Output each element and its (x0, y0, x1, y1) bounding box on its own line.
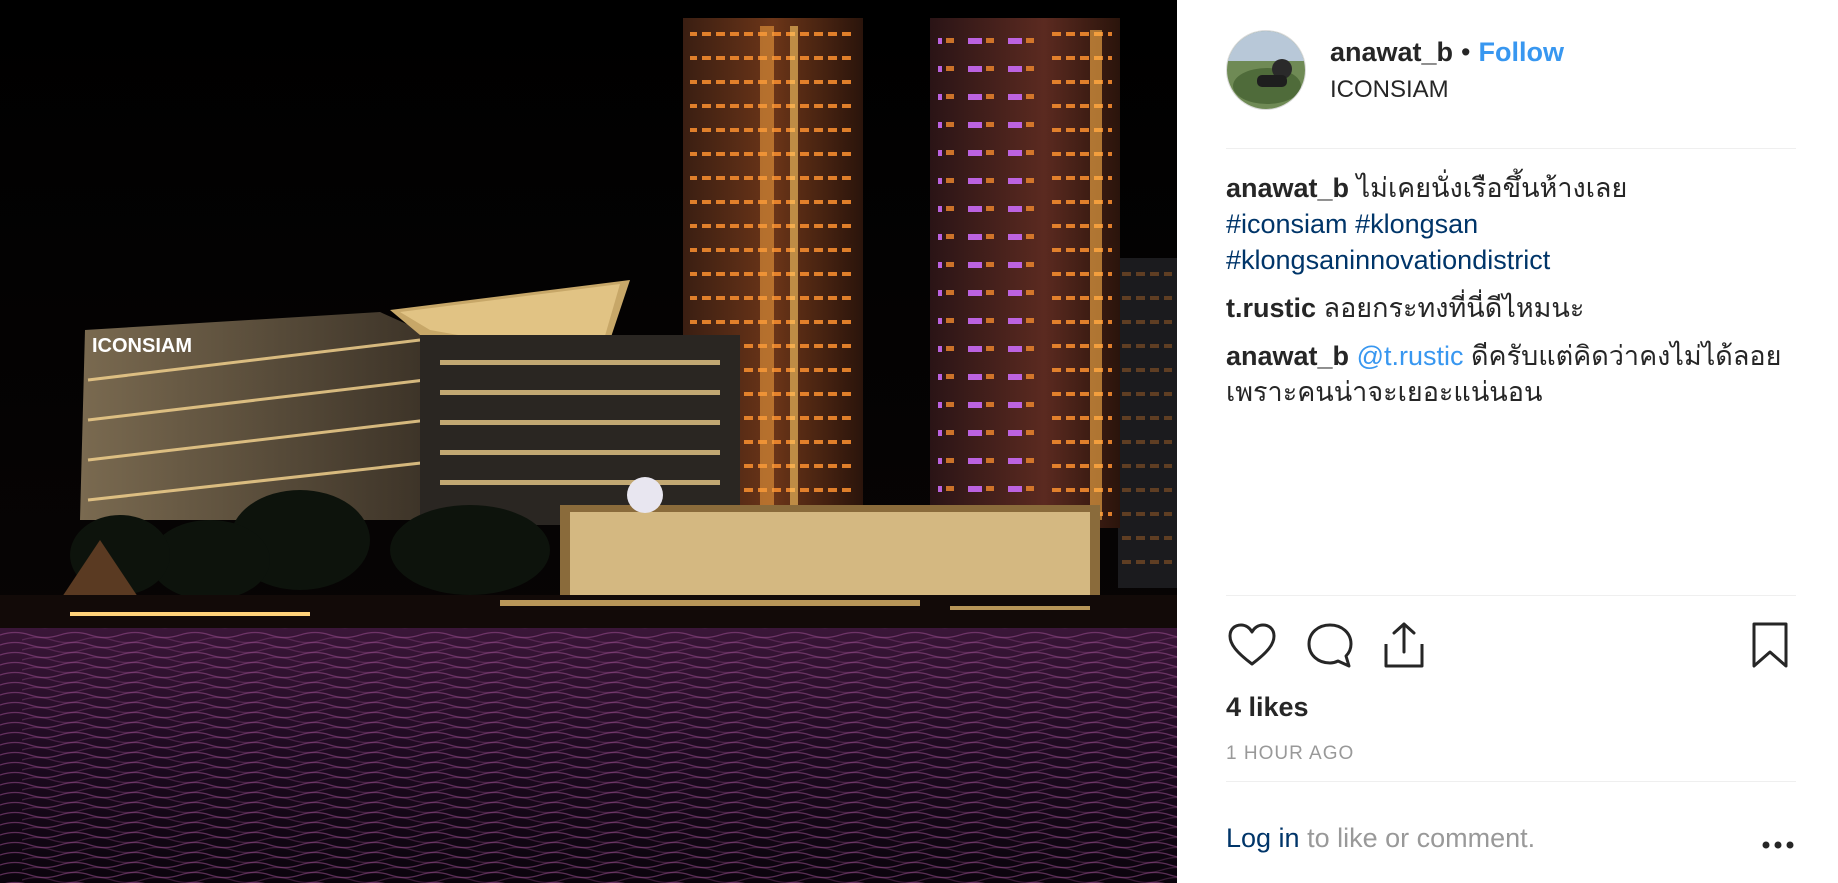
share-icon[interactable] (1378, 620, 1430, 672)
hashtag-link[interactable]: #klongsaninnovationdistrict (1226, 245, 1550, 275)
action-bar (1226, 620, 1796, 672)
divider (1226, 595, 1796, 596)
comment-username[interactable]: anawat_b (1226, 341, 1349, 371)
building-sign: ICONSIAM (92, 335, 192, 357)
night-cityscape-photo: ICONSIAM (0, 0, 1177, 883)
comment-icon[interactable] (1304, 620, 1356, 672)
comment-item: anawat_b @t.rustic ดีครับแต่คิดว่าคงไม่ไ… (1226, 338, 1796, 410)
follow-button[interactable]: Follow (1479, 37, 1564, 67)
bookmark-icon[interactable] (1744, 620, 1796, 672)
post-header: anawat_b • Follow ICONSIAM (1226, 30, 1796, 149)
comment-username[interactable]: anawat_b (1226, 173, 1349, 203)
comments-list: anawat_b ไม่เคยนั่งเรือขึ้นห้างเลย #icon… (1226, 170, 1796, 422)
hashtag-link[interactable]: #klongsan (1355, 209, 1478, 239)
comment-item: t.rustic ลอยกระทงที่นี่ดีไหมนะ (1226, 290, 1796, 326)
username[interactable]: anawat_b (1330, 37, 1453, 67)
divider (1226, 781, 1796, 782)
post-photo[interactable]: ICONSIAM (0, 0, 1177, 883)
heart-icon[interactable] (1226, 620, 1278, 672)
username-row: anawat_b • Follow (1330, 34, 1564, 70)
post-details-panel: anawat_b • Follow ICONSIAM anawat_b ไม่เคย… (1177, 0, 1838, 883)
comment-text: ไม่เคยนั่งเรือขึ้นห้างเลย (1356, 173, 1628, 203)
comment-username[interactable]: t.rustic (1226, 293, 1316, 323)
login-link[interactable]: Log in (1226, 823, 1300, 853)
post-timestamp[interactable]: 1 HOUR AGO (1226, 740, 1354, 768)
more-options-icon[interactable] (1760, 828, 1796, 849)
login-prompt-text: to like or comment. (1307, 823, 1536, 853)
hashtag-link[interactable]: #iconsiam (1226, 209, 1348, 239)
mention-link[interactable]: @t.rustic (1357, 341, 1464, 371)
comment-text: ลอยกระทงที่นี่ดีไหมนะ (1323, 293, 1585, 323)
login-footer: Log in to like or comment. (1226, 820, 1796, 856)
location-link[interactable]: ICONSIAM (1330, 74, 1449, 106)
separator-dot: • (1461, 37, 1471, 67)
likes-count[interactable]: 4 likes (1226, 689, 1309, 725)
avatar[interactable] (1226, 30, 1306, 110)
caption: anawat_b ไม่เคยนั่งเรือขึ้นห้างเลย #icon… (1226, 170, 1796, 278)
